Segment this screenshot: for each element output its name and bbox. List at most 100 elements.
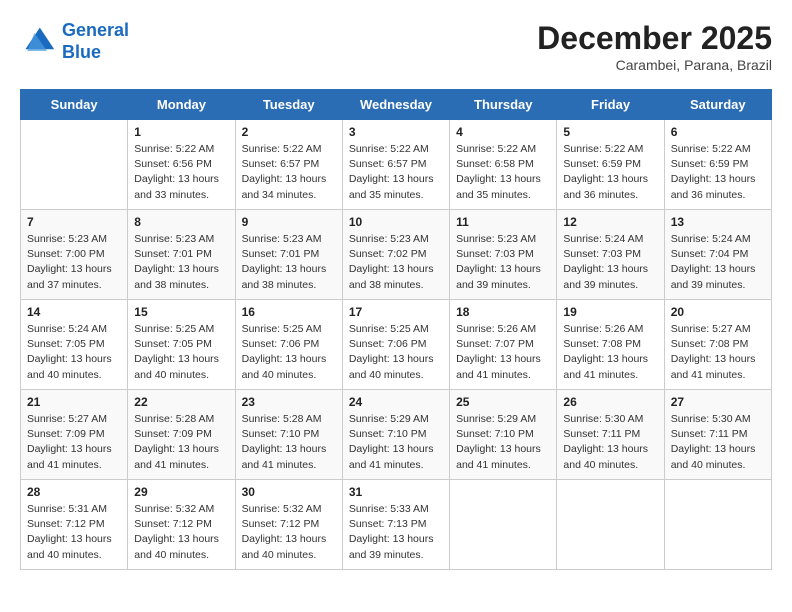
- day-number: 14: [27, 305, 121, 319]
- logo-text: GeneralBlue: [62, 20, 129, 63]
- day-info: Sunrise: 5:26 AM Sunset: 7:08 PM Dayligh…: [563, 322, 657, 383]
- calendar-cell: 16 Sunrise: 5:25 AM Sunset: 7:06 PM Dayli…: [235, 300, 342, 390]
- calendar-cell: 8 Sunrise: 5:23 AM Sunset: 7:01 PM Daylig…: [128, 210, 235, 300]
- page-header: GeneralBlue December 2025 Carambei, Para…: [20, 20, 772, 73]
- calendar-cell: 21 Sunrise: 5:27 AM Sunset: 7:09 PM Dayli…: [21, 390, 128, 480]
- day-number: 22: [134, 395, 228, 409]
- calendar-week-4: 21 Sunrise: 5:27 AM Sunset: 7:09 PM Dayli…: [21, 390, 772, 480]
- day-number: 20: [671, 305, 765, 319]
- day-number: 30: [242, 485, 336, 499]
- calendar-cell: 5Sunrise: 5:22 AM Sunset: 6:59 PM Daylig…: [557, 120, 664, 210]
- calendar-cell: 15 Sunrise: 5:25 AM Sunset: 7:05 PM Dayli…: [128, 300, 235, 390]
- calendar-cell: 31Sunrise: 5:33 AM Sunset: 7:13 PM Dayli…: [342, 480, 449, 570]
- weekday-header-saturday: Saturday: [664, 90, 771, 120]
- day-number: 31: [349, 485, 443, 499]
- calendar-cell: 9 Sunrise: 5:23 AM Sunset: 7:01 PM Daylig…: [235, 210, 342, 300]
- weekday-header-friday: Friday: [557, 90, 664, 120]
- calendar-cell: 3 Sunrise: 5:22 AM Sunset: 6:57 PM Daylig…: [342, 120, 449, 210]
- calendar-cell: 13Sunrise: 5:24 AM Sunset: 7:04 PM Dayli…: [664, 210, 771, 300]
- day-info: Sunrise: 5:22 AM Sunset: 6:59 PM Dayligh…: [671, 142, 765, 203]
- weekday-header-wednesday: Wednesday: [342, 90, 449, 120]
- weekday-header-sunday: Sunday: [21, 90, 128, 120]
- day-info: Sunrise: 5:24 AM Sunset: 7:03 PM Dayligh…: [563, 232, 657, 293]
- calendar-week-3: 14Sunrise: 5:24 AM Sunset: 7:05 PM Dayli…: [21, 300, 772, 390]
- day-number: 6: [671, 125, 765, 139]
- calendar-week-2: 7Sunrise: 5:23 AM Sunset: 7:00 PM Daylig…: [21, 210, 772, 300]
- calendar-cell: [664, 480, 771, 570]
- day-number: 1: [134, 125, 228, 139]
- weekday-header-monday: Monday: [128, 90, 235, 120]
- day-number: 9: [242, 215, 336, 229]
- calendar-cell: 10 Sunrise: 5:23 AM Sunset: 7:02 PM Dayli…: [342, 210, 449, 300]
- day-info: Sunrise: 5:26 AM Sunset: 7:07 PM Dayligh…: [456, 322, 550, 383]
- calendar-cell: 6 Sunrise: 5:22 AM Sunset: 6:59 PM Daylig…: [664, 120, 771, 210]
- day-number: 2: [242, 125, 336, 139]
- calendar-cell: 26Sunrise: 5:30 AM Sunset: 7:11 PM Dayli…: [557, 390, 664, 480]
- calendar-cell: 2 Sunrise: 5:22 AM Sunset: 6:57 PM Daylig…: [235, 120, 342, 210]
- day-info: Sunrise: 5:27 AM Sunset: 7:09 PM Dayligh…: [27, 412, 121, 473]
- calendar-cell: 28 Sunrise: 5:31 AM Sunset: 7:12 PM Dayli…: [21, 480, 128, 570]
- day-number: 15: [134, 305, 228, 319]
- day-number: 27: [671, 395, 765, 409]
- day-number: 29: [134, 485, 228, 499]
- location-subtitle: Carambei, Parana, Brazil: [537, 57, 772, 73]
- day-number: 3: [349, 125, 443, 139]
- calendar-cell: 12 Sunrise: 5:24 AM Sunset: 7:03 PM Dayli…: [557, 210, 664, 300]
- calendar-cell: [21, 120, 128, 210]
- day-number: 18: [456, 305, 550, 319]
- calendar-cell: 20 Sunrise: 5:27 AM Sunset: 7:08 PM Dayli…: [664, 300, 771, 390]
- day-number: 11: [456, 215, 550, 229]
- title-block: December 2025 Carambei, Parana, Brazil: [537, 20, 772, 73]
- day-info: Sunrise: 5:23 AM Sunset: 7:02 PM Dayligh…: [349, 232, 443, 293]
- calendar-cell: 4 Sunrise: 5:22 AM Sunset: 6:58 PM Daylig…: [450, 120, 557, 210]
- day-info: Sunrise: 5:22 AM Sunset: 6:57 PM Dayligh…: [349, 142, 443, 203]
- day-number: 24: [349, 395, 443, 409]
- day-number: 17: [349, 305, 443, 319]
- day-info: Sunrise: 5:30 AM Sunset: 7:11 PM Dayligh…: [671, 412, 765, 473]
- day-number: 28: [27, 485, 121, 499]
- day-info: Sunrise: 5:29 AM Sunset: 7:10 PM Dayligh…: [349, 412, 443, 473]
- calendar-cell: 11 Sunrise: 5:23 AM Sunset: 7:03 PM Dayli…: [450, 210, 557, 300]
- calendar-week-1: 1Sunrise: 5:22 AM Sunset: 6:56 PM Daylig…: [21, 120, 772, 210]
- calendar-cell: 24 Sunrise: 5:29 AM Sunset: 7:10 PM Dayli…: [342, 390, 449, 480]
- day-number: 23: [242, 395, 336, 409]
- day-number: 19: [563, 305, 657, 319]
- day-info: Sunrise: 5:25 AM Sunset: 7:05 PM Dayligh…: [134, 322, 228, 383]
- day-info: Sunrise: 5:25 AM Sunset: 7:06 PM Dayligh…: [349, 322, 443, 383]
- day-number: 25: [456, 395, 550, 409]
- month-title: December 2025: [537, 20, 772, 57]
- day-number: 16: [242, 305, 336, 319]
- calendar-cell: 1Sunrise: 5:22 AM Sunset: 6:56 PM Daylig…: [128, 120, 235, 210]
- day-info: Sunrise: 5:27 AM Sunset: 7:08 PM Dayligh…: [671, 322, 765, 383]
- day-info: Sunrise: 5:25 AM Sunset: 7:06 PM Dayligh…: [242, 322, 336, 383]
- calendar-cell: [450, 480, 557, 570]
- calendar-cell: 19 Sunrise: 5:26 AM Sunset: 7:08 PM Dayli…: [557, 300, 664, 390]
- day-number: 4: [456, 125, 550, 139]
- day-info: Sunrise: 5:29 AM Sunset: 7:10 PM Dayligh…: [456, 412, 550, 473]
- day-number: 10: [349, 215, 443, 229]
- calendar-cell: 29 Sunrise: 5:32 AM Sunset: 7:12 PM Dayli…: [128, 480, 235, 570]
- day-number: 26: [563, 395, 657, 409]
- day-info: Sunrise: 5:22 AM Sunset: 6:57 PM Dayligh…: [242, 142, 336, 203]
- day-info: Sunrise: 5:23 AM Sunset: 7:01 PM Dayligh…: [242, 232, 336, 293]
- logo: GeneralBlue: [20, 20, 129, 63]
- weekday-header-thursday: Thursday: [450, 90, 557, 120]
- calendar-cell: 17 Sunrise: 5:25 AM Sunset: 7:06 PM Dayli…: [342, 300, 449, 390]
- calendar-cell: 27 Sunrise: 5:30 AM Sunset: 7:11 PM Dayli…: [664, 390, 771, 480]
- calendar-cell: 14Sunrise: 5:24 AM Sunset: 7:05 PM Dayli…: [21, 300, 128, 390]
- day-info: Sunrise: 5:32 AM Sunset: 7:12 PM Dayligh…: [134, 502, 228, 563]
- calendar-cell: 22Sunrise: 5:28 AM Sunset: 7:09 PM Dayli…: [128, 390, 235, 480]
- calendar-table: SundayMondayTuesdayWednesdayThursdayFrid…: [20, 89, 772, 570]
- day-info: Sunrise: 5:22 AM Sunset: 6:58 PM Dayligh…: [456, 142, 550, 203]
- calendar-cell: [557, 480, 664, 570]
- day-number: 8: [134, 215, 228, 229]
- day-info: Sunrise: 5:23 AM Sunset: 7:00 PM Dayligh…: [27, 232, 121, 293]
- day-info: Sunrise: 5:22 AM Sunset: 6:59 PM Dayligh…: [563, 142, 657, 203]
- logo-icon: [20, 24, 56, 60]
- day-info: Sunrise: 5:31 AM Sunset: 7:12 PM Dayligh…: [27, 502, 121, 563]
- day-number: 12: [563, 215, 657, 229]
- day-info: Sunrise: 5:23 AM Sunset: 7:03 PM Dayligh…: [456, 232, 550, 293]
- day-info: Sunrise: 5:23 AM Sunset: 7:01 PM Dayligh…: [134, 232, 228, 293]
- day-number: 21: [27, 395, 121, 409]
- day-info: Sunrise: 5:32 AM Sunset: 7:12 PM Dayligh…: [242, 502, 336, 563]
